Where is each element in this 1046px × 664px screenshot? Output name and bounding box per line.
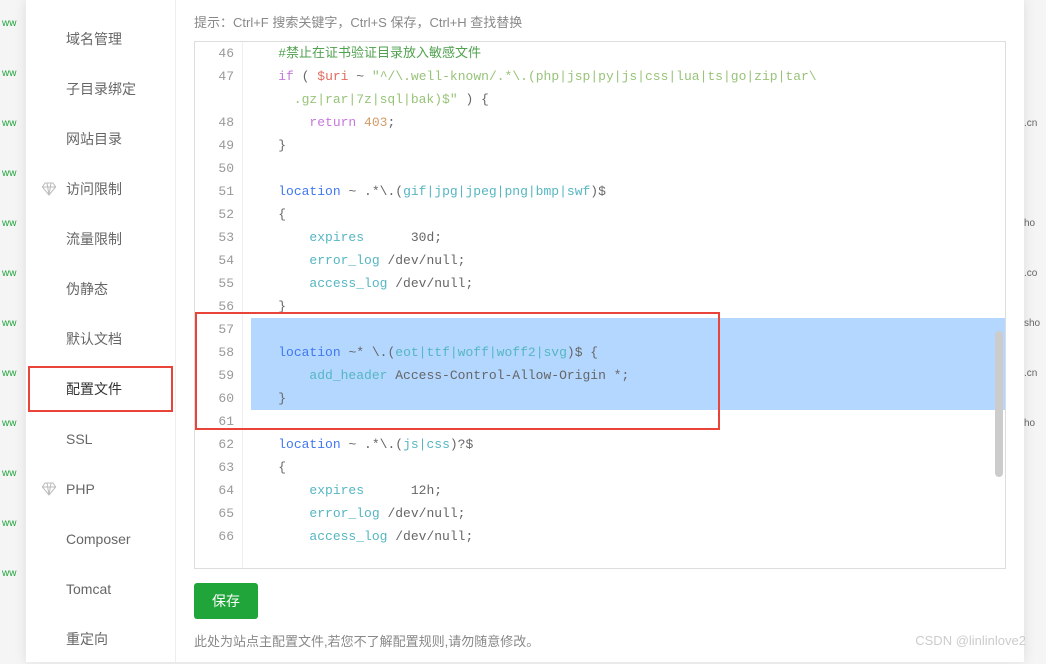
code-line[interactable]: #禁止在证书验证目录放入敏感文件 xyxy=(247,42,1005,65)
line-number: 66 xyxy=(195,525,242,548)
sidebar-item-label: 默认文档 xyxy=(66,329,122,349)
code-line[interactable] xyxy=(247,318,1005,341)
sidebar: 域名管理子目录绑定网站目录访问限制流量限制伪静态默认文档配置文件 SSL PHP Co… xyxy=(26,0,176,662)
sidebar-item-label: 流量限制 xyxy=(66,229,122,249)
line-number: 49 xyxy=(195,134,242,157)
line-number: 53 xyxy=(195,226,242,249)
code-line[interactable]: } xyxy=(247,134,1005,157)
code-line[interactable]: access_log /dev/null; xyxy=(247,272,1005,295)
code-line[interactable]: location ~ .*\.(gif|jpg|jpeg|png|bmp|swf… xyxy=(247,180,1005,203)
code-line[interactable]: error_log /dev/null; xyxy=(247,249,1005,272)
sidebar-item-4[interactable]: 流量限制 xyxy=(26,214,175,264)
code-line[interactable] xyxy=(247,410,1005,433)
line-number: 56 xyxy=(195,295,242,318)
code-line[interactable]: location ~* \.(eot|ttf|woff|woff2|svg)$ … xyxy=(247,341,1005,364)
code-line[interactable]: add_header Access-Control-Allow-Origin *… xyxy=(247,364,1005,387)
code-line[interactable]: } xyxy=(247,295,1005,318)
line-number: 47 xyxy=(195,65,242,111)
code-line[interactable]: { xyxy=(247,456,1005,479)
line-number: 64 xyxy=(195,479,242,502)
line-number: 62 xyxy=(195,433,242,456)
code-line[interactable]: error_log /dev/null; xyxy=(247,502,1005,525)
line-number: 51 xyxy=(195,180,242,203)
diamond-icon xyxy=(40,480,58,498)
background-right-column: .cnho.cosho.cnho xyxy=(1024,0,1046,662)
config-warning-note: 此处为站点主配置文件,若您不了解配置规则,请勿随意修改。 xyxy=(194,631,1006,650)
sidebar-item-label: 配置文件 xyxy=(66,379,122,399)
sidebar-item-2[interactable]: 网站目录 xyxy=(26,114,175,164)
code-area[interactable]: #禁止在证书验证目录放入敏感文件 if ( $uri ~ "^/\.well-k… xyxy=(243,42,1005,568)
line-number: 52 xyxy=(195,203,242,226)
sidebar-item-label: 访问限制 xyxy=(66,179,122,199)
code-line[interactable]: if ( $uri ~ "^/\.well-known/.*\.(php|jsp… xyxy=(247,65,1005,111)
sidebar-item-label: 子目录绑定 xyxy=(66,79,136,99)
line-number: 46 xyxy=(195,42,242,65)
line-number-gutter: 4647484950515253545556575859606162636465… xyxy=(195,42,243,568)
code-line[interactable]: location ~ .*\.(js|css)?$ xyxy=(247,433,1005,456)
background-left-column: wwwwwwwwwwwwwwwwwwwwwwww xyxy=(0,0,25,662)
line-number: 50 xyxy=(195,157,242,180)
sidebar-item-label: 网站目录 xyxy=(66,129,122,149)
line-number: 48 xyxy=(195,111,242,134)
line-number: 60 xyxy=(195,387,242,410)
line-number: 55 xyxy=(195,272,242,295)
sidebar-item-8[interactable]: SSL xyxy=(26,414,175,464)
line-number: 54 xyxy=(195,249,242,272)
line-number: 57 xyxy=(195,318,242,341)
sidebar-item-9[interactable]: PHP xyxy=(26,464,175,514)
code-line[interactable]: { xyxy=(247,203,1005,226)
sidebar-item-10[interactable]: Composer xyxy=(26,514,175,564)
diamond-icon xyxy=(40,180,58,198)
sidebar-item-label: 重定向 xyxy=(66,629,108,649)
line-number: 63 xyxy=(195,456,242,479)
sidebar-item-12[interactable]: 重定向 xyxy=(26,614,175,664)
line-number: 58 xyxy=(195,341,242,364)
sidebar-item-7[interactable]: 配置文件 xyxy=(26,364,175,414)
sidebar-item-1[interactable]: 子目录绑定 xyxy=(26,64,175,114)
sidebar-item-label: SSL xyxy=(66,431,92,447)
watermark: CSDN @linlinlove2 xyxy=(915,633,1026,648)
line-number: 59 xyxy=(195,364,242,387)
sidebar-item-label: PHP xyxy=(66,481,95,497)
sidebar-item-6[interactable]: 默认文档 xyxy=(26,314,175,364)
code-line[interactable]: access_log /dev/null; xyxy=(247,525,1005,548)
sidebar-item-label: 域名管理 xyxy=(66,29,122,49)
line-number: 61 xyxy=(195,410,242,433)
sidebar-item-label: 伪静态 xyxy=(66,279,108,299)
sidebar-item-5[interactable]: 伪静态 xyxy=(26,264,175,314)
main-content: 提示：Ctrl+F 搜索关键字，Ctrl+S 保存，Ctrl+H 查找替换 46… xyxy=(176,0,1024,662)
sidebar-item-label: Composer xyxy=(66,531,131,547)
code-line[interactable]: expires 12h; xyxy=(247,479,1005,502)
code-line[interactable]: } xyxy=(247,387,1005,410)
line-number: 65 xyxy=(195,502,242,525)
sidebar-item-label: Tomcat xyxy=(66,581,111,597)
editor-hint: 提示：Ctrl+F 搜索关键字，Ctrl+S 保存，Ctrl+H 查找替换 xyxy=(194,0,1006,41)
save-button[interactable]: 保存 xyxy=(194,583,258,619)
sidebar-item-0[interactable]: 域名管理 xyxy=(26,14,175,64)
settings-panel: 域名管理子目录绑定网站目录访问限制流量限制伪静态默认文档配置文件 SSL PHP Co… xyxy=(26,0,1024,662)
sidebar-item-11[interactable]: Tomcat xyxy=(26,564,175,614)
code-line[interactable]: expires 30d; xyxy=(247,226,1005,249)
code-editor[interactable]: 4647484950515253545556575859606162636465… xyxy=(194,41,1006,569)
code-line[interactable] xyxy=(247,157,1005,180)
code-line[interactable]: return 403; xyxy=(247,111,1005,134)
sidebar-item-3[interactable]: 访问限制 xyxy=(26,164,175,214)
